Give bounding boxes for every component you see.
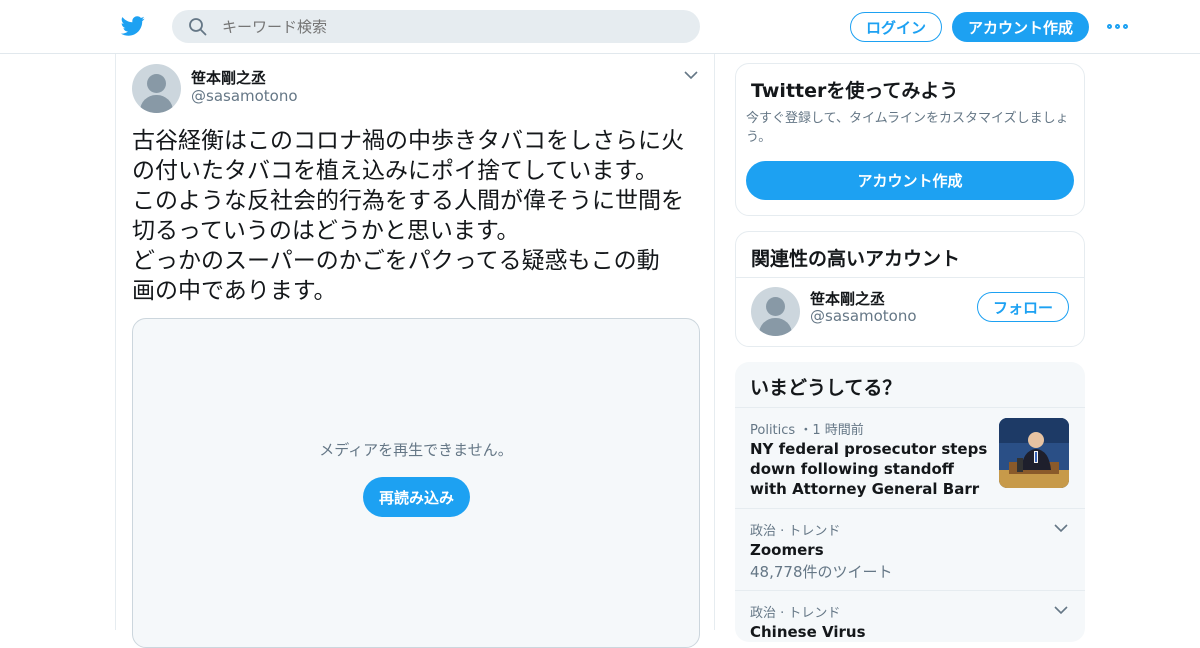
trend-item[interactable]: 政治 · トレンド Zoomers 48,778件のツイート (735, 508, 1085, 590)
signup-button[interactable]: アカウント作成 (952, 12, 1089, 42)
avatar[interactable] (751, 287, 800, 336)
tweet-author-handle[interactable]: @sasamotono (191, 87, 298, 105)
avatar[interactable] (132, 64, 181, 113)
tweet-text: 古谷経衡はこのコロナ禍の中歩きタバコをしさらに火 の付いたタバコを植え込みにポイ… (132, 128, 684, 304)
top-navigation-bar: ログイン アカウント作成 (0, 0, 1200, 54)
related-account-handle[interactable]: @sasamotono (810, 307, 917, 325)
follow-button[interactable]: フォロー (977, 292, 1069, 322)
trend-meta: 政治 · トレンド (750, 606, 841, 621)
trend-tweet-count: 48,778件のツイート (750, 563, 893, 581)
signup-card-description: 今すぐ登録して、タイムラインをカスタマイズしましょう。 (746, 111, 1069, 145)
trend-item[interactable]: Politics ・1 時間前 NY federal prosecutor st… (735, 407, 1085, 508)
trend-headline[interactable]: NY federal prosecutor steps down followi… (750, 439, 990, 499)
trends-card: いまどうしてる？ Politics ・1 時間前 NY federal pros… (735, 362, 1085, 642)
twitter-bird-icon[interactable] (120, 14, 146, 38)
media-player[interactable]: メディアを再生できません。 再読み込み (132, 318, 700, 648)
more-dots-icon[interactable] (1107, 20, 1131, 32)
related-accounts-title: 関連性の高いアカウント (751, 248, 961, 270)
related-account-name[interactable]: 笹本剛之丞 (810, 288, 885, 309)
login-button[interactable]: ログイン (850, 12, 942, 42)
signup-card-button[interactable]: アカウント作成 (746, 161, 1074, 200)
trend-item[interactable]: 政治 · トレンド Chinese Virus (735, 590, 1085, 642)
trends-title: いまどうしてる？ (750, 377, 902, 399)
chevron-down-icon[interactable] (1054, 605, 1068, 615)
tweet-detail: 笹本剛之丞 @sasamotono 古谷経衡はこのコロナ禍の中歩きタバコをしさら… (115, 54, 715, 648)
trend-headline[interactable]: Zoomers (750, 540, 990, 560)
search-icon (189, 17, 207, 35)
chevron-down-icon[interactable] (684, 70, 698, 80)
related-accounts-card: 関連性の高いアカウント 笹本剛之丞 @sasamotono フォロー (735, 231, 1085, 347)
news-thumbnail-image[interactable] (999, 418, 1069, 488)
search-input[interactable] (222, 17, 662, 36)
search-box[interactable] (172, 10, 700, 43)
media-error-message: メディアを再生できません。 (319, 441, 513, 459)
chevron-down-icon[interactable] (1054, 523, 1068, 533)
trend-meta: Politics ・1 時間前 (750, 423, 864, 438)
signup-card-title: Twitterを使ってみよう (751, 80, 959, 102)
tweet-author-name[interactable]: 笹本剛之丞 (191, 67, 266, 88)
trend-headline[interactable]: Chinese Virus (750, 622, 990, 642)
divider (736, 277, 1084, 278)
trend-meta: 政治 · トレンド (750, 524, 841, 539)
reload-button[interactable]: 再読み込み (363, 477, 470, 517)
signup-card: Twitterを使ってみよう 今すぐ登録して、タイムラインをカスタマイズしましょ… (735, 63, 1085, 216)
